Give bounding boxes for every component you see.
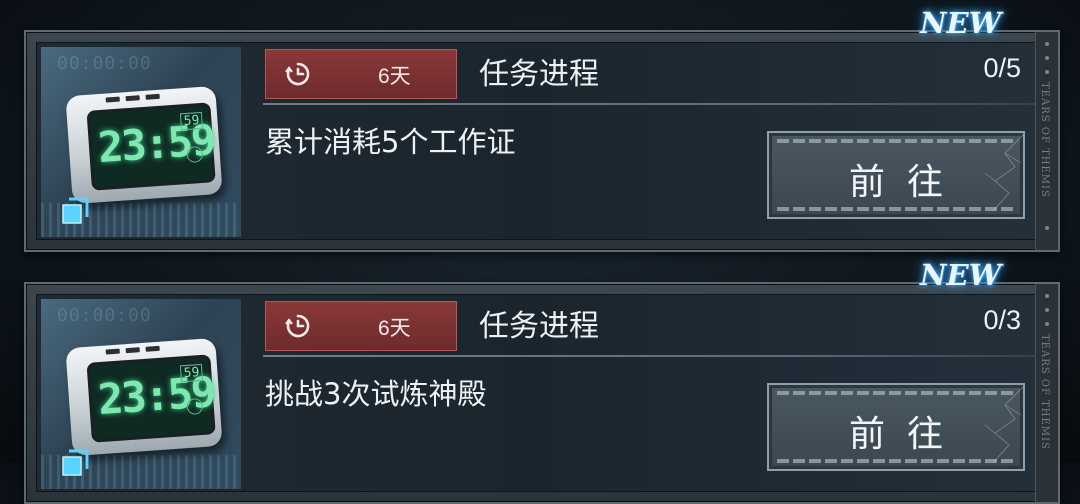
- thumbnail-ghost-text: 00:00:00: [57, 305, 152, 326]
- task-progress-count: 0/3: [983, 305, 1021, 335]
- task-card-body: 00:00:00 23:59 59 6天: [36, 294, 1036, 492]
- task-card: 00:00:00 23:59 59 6天: [24, 282, 1060, 504]
- task-description: 挑战3次试炼神殿: [265, 377, 487, 411]
- new-badge: NEW: [920, 6, 1002, 40]
- crack-decoration: [984, 386, 1024, 464]
- divider: [263, 103, 1035, 105]
- time-remaining-badge: 6天: [265, 49, 457, 99]
- task-card: 00:00:00 23:59 59 6天: [24, 30, 1060, 252]
- task-progress-label: 任务进程: [479, 57, 599, 92]
- go-button[interactable]: 前往: [767, 383, 1025, 471]
- copy-icon: [62, 449, 89, 476]
- side-strip: TEARS OF THEMIS: [1035, 284, 1058, 502]
- task-progress-label: 任务进程: [479, 309, 599, 344]
- time-remaining-text: 6天: [378, 65, 411, 88]
- copy-icon: [62, 197, 89, 224]
- time-remaining-badge: 6天: [265, 301, 457, 351]
- task-progress-count: 0/5: [983, 53, 1021, 83]
- task-description: 累计消耗5个工作证: [265, 125, 516, 159]
- new-badge: NEW: [920, 258, 1002, 292]
- task-card-body: 00:00:00 23:59 59 6天: [36, 42, 1036, 240]
- clock-seconds: 59: [180, 111, 204, 131]
- time-remaining-text: 6天: [378, 317, 411, 340]
- side-strip: TEARS OF THEMIS: [1035, 32, 1058, 250]
- alarm-clock-icon: 23:59 59: [65, 337, 223, 457]
- item-thumbnail[interactable]: 00:00:00 23:59 59: [41, 47, 241, 237]
- clock-seconds: 59: [180, 363, 204, 383]
- clock-icon: [285, 314, 310, 338]
- thumbnail-ghost-text: 00:00:00: [57, 53, 152, 74]
- side-watermark: TEARS OF THEMIS: [1039, 82, 1050, 198]
- side-watermark: TEARS OF THEMIS: [1039, 334, 1050, 450]
- clock-icon: [285, 62, 310, 86]
- crack-decoration: [984, 134, 1024, 212]
- item-thumbnail[interactable]: 00:00:00 23:59 59: [41, 299, 241, 489]
- alarm-clock-icon: 23:59 59: [65, 85, 223, 205]
- go-button[interactable]: 前往: [767, 131, 1025, 219]
- divider: [263, 355, 1035, 357]
